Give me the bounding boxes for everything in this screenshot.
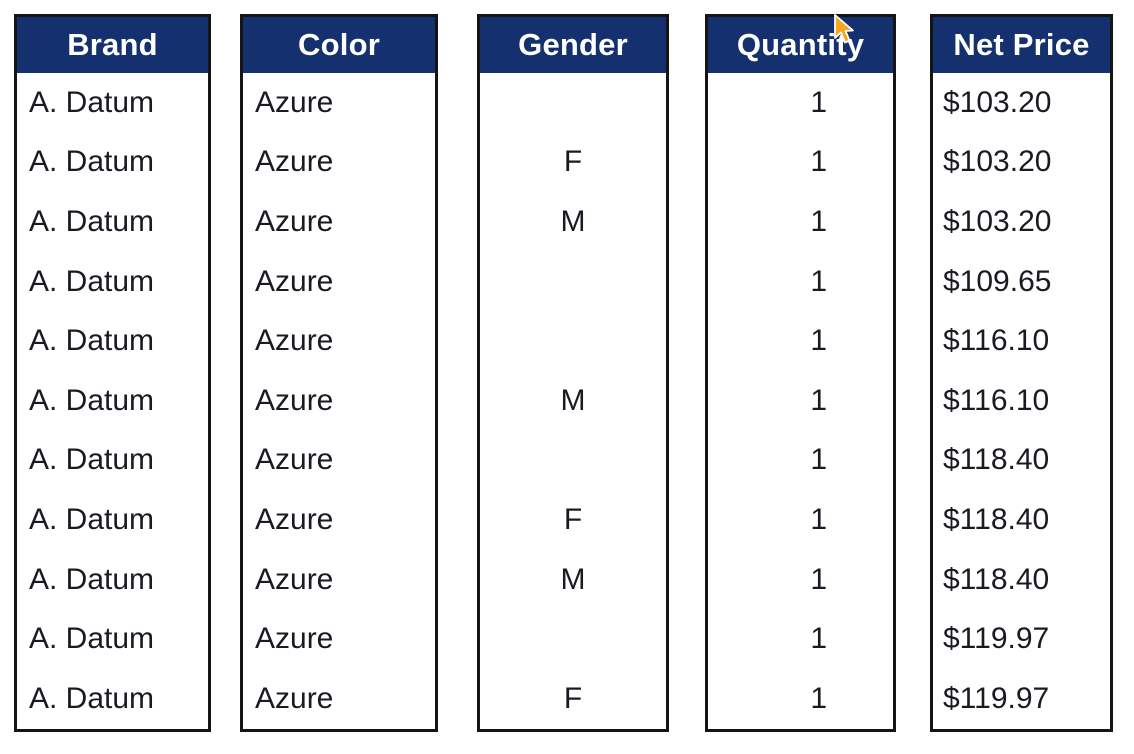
cell-color[interactable]: Azure <box>243 252 435 312</box>
cell-gender[interactable] <box>480 252 666 312</box>
cell-brand[interactable]: A. Datum <box>17 490 208 550</box>
cell-net-price[interactable]: $118.40 <box>933 490 1110 550</box>
cell-brand[interactable]: A. Datum <box>17 252 208 312</box>
cell-brand[interactable]: A. Datum <box>17 371 208 431</box>
cell-quantity[interactable]: 1 <box>708 431 893 491</box>
cell-color[interactable]: Azure <box>243 73 435 133</box>
column-header-quantity[interactable]: Quantity <box>708 17 893 73</box>
column-body-brand: A. Datum A. Datum A. Datum A. Datum A. Datum… <box>17 73 208 729</box>
column-body-net-price: $103.20 $103.20 $103.20 $109.65 $116.10 $116.… <box>933 73 1110 729</box>
cell-quantity[interactable]: 1 <box>708 311 893 371</box>
cell-color[interactable]: Azure <box>243 490 435 550</box>
cell-color[interactable]: Azure <box>243 431 435 491</box>
cell-net-price[interactable]: $118.40 <box>933 431 1110 491</box>
cell-net-price[interactable]: $103.20 <box>933 73 1110 133</box>
column-color[interactable]: Color Azure Azure Azure Azure Azure Azure Azure… <box>240 14 438 732</box>
column-net-price[interactable]: Net Price $103.20 $103.20 $103.20 $109.65 $11… <box>930 14 1113 732</box>
column-gender[interactable]: Gender F M M F M F <box>477 14 669 732</box>
cell-gender[interactable] <box>480 311 666 371</box>
cell-net-price[interactable]: $116.10 <box>933 371 1110 431</box>
cell-color[interactable]: Azure <box>243 550 435 610</box>
cell-color[interactable]: Azure <box>243 133 435 193</box>
cell-color[interactable]: Azure <box>243 192 435 252</box>
cell-brand[interactable]: A. Datum <box>17 192 208 252</box>
cell-brand[interactable]: A. Datum <box>17 311 208 371</box>
cell-gender[interactable]: M <box>480 371 666 431</box>
cell-net-price[interactable]: $103.20 <box>933 192 1110 252</box>
cell-color[interactable]: Azure <box>243 371 435 431</box>
cell-quantity[interactable]: 1 <box>708 550 893 610</box>
column-header-gender[interactable]: Gender <box>480 17 666 73</box>
cell-net-price[interactable]: $116.10 <box>933 311 1110 371</box>
table-canvas: Brand A. Datum A. Datum A. Datum A. Datum A. … <box>0 0 1134 754</box>
cell-brand[interactable]: A. Datum <box>17 550 208 610</box>
cell-gender[interactable] <box>480 609 666 669</box>
cell-color[interactable]: Azure <box>243 311 435 371</box>
column-body-gender: FMMFMF <box>480 73 666 729</box>
column-header-brand[interactable]: Brand <box>17 17 208 73</box>
cell-quantity[interactable]: 1 <box>708 252 893 312</box>
cell-gender[interactable]: F <box>480 669 666 729</box>
cell-quantity[interactable]: 1 <box>708 192 893 252</box>
cell-brand[interactable]: A. Datum <box>17 133 208 193</box>
cell-gender[interactable]: M <box>480 550 666 610</box>
cell-quantity[interactable]: 1 <box>708 669 893 729</box>
cell-net-price[interactable]: $103.20 <box>933 133 1110 193</box>
cell-brand[interactable]: A. Datum <box>17 609 208 669</box>
cell-gender[interactable] <box>480 73 666 133</box>
cell-gender[interactable]: M <box>480 192 666 252</box>
cell-quantity[interactable]: 1 <box>708 133 893 193</box>
column-header-net-price[interactable]: Net Price <box>933 17 1110 73</box>
column-header-color[interactable]: Color <box>243 17 435 73</box>
cell-brand[interactable]: A. Datum <box>17 431 208 491</box>
cell-net-price[interactable]: $119.97 <box>933 669 1110 729</box>
cell-brand[interactable]: A. Datum <box>17 669 208 729</box>
cell-net-price[interactable]: $109.65 <box>933 252 1110 312</box>
column-brand[interactable]: Brand A. Datum A. Datum A. Datum A. Datum A. … <box>14 14 211 732</box>
cell-quantity[interactable]: 1 <box>708 490 893 550</box>
cell-net-price[interactable]: $118.40 <box>933 550 1110 610</box>
column-body-quantity: 11111111111 <box>708 73 893 729</box>
cell-color[interactable]: Azure <box>243 609 435 669</box>
cell-quantity[interactable]: 1 <box>708 609 893 669</box>
cell-quantity[interactable]: 1 <box>708 371 893 431</box>
cell-gender[interactable]: F <box>480 133 666 193</box>
column-body-color: Azure Azure Azure Azure Azure Azure Azure Azure… <box>243 73 435 729</box>
cell-quantity[interactable]: 1 <box>708 73 893 133</box>
cell-brand[interactable]: A. Datum <box>17 73 208 133</box>
cell-gender[interactable] <box>480 431 666 491</box>
column-quantity[interactable]: Quantity 1 1 1 1 1 1 1 1 1 1 1 <box>705 14 896 732</box>
cell-net-price[interactable]: $119.97 <box>933 609 1110 669</box>
cell-color[interactable]: Azure <box>243 669 435 729</box>
cell-gender[interactable]: F <box>480 490 666 550</box>
